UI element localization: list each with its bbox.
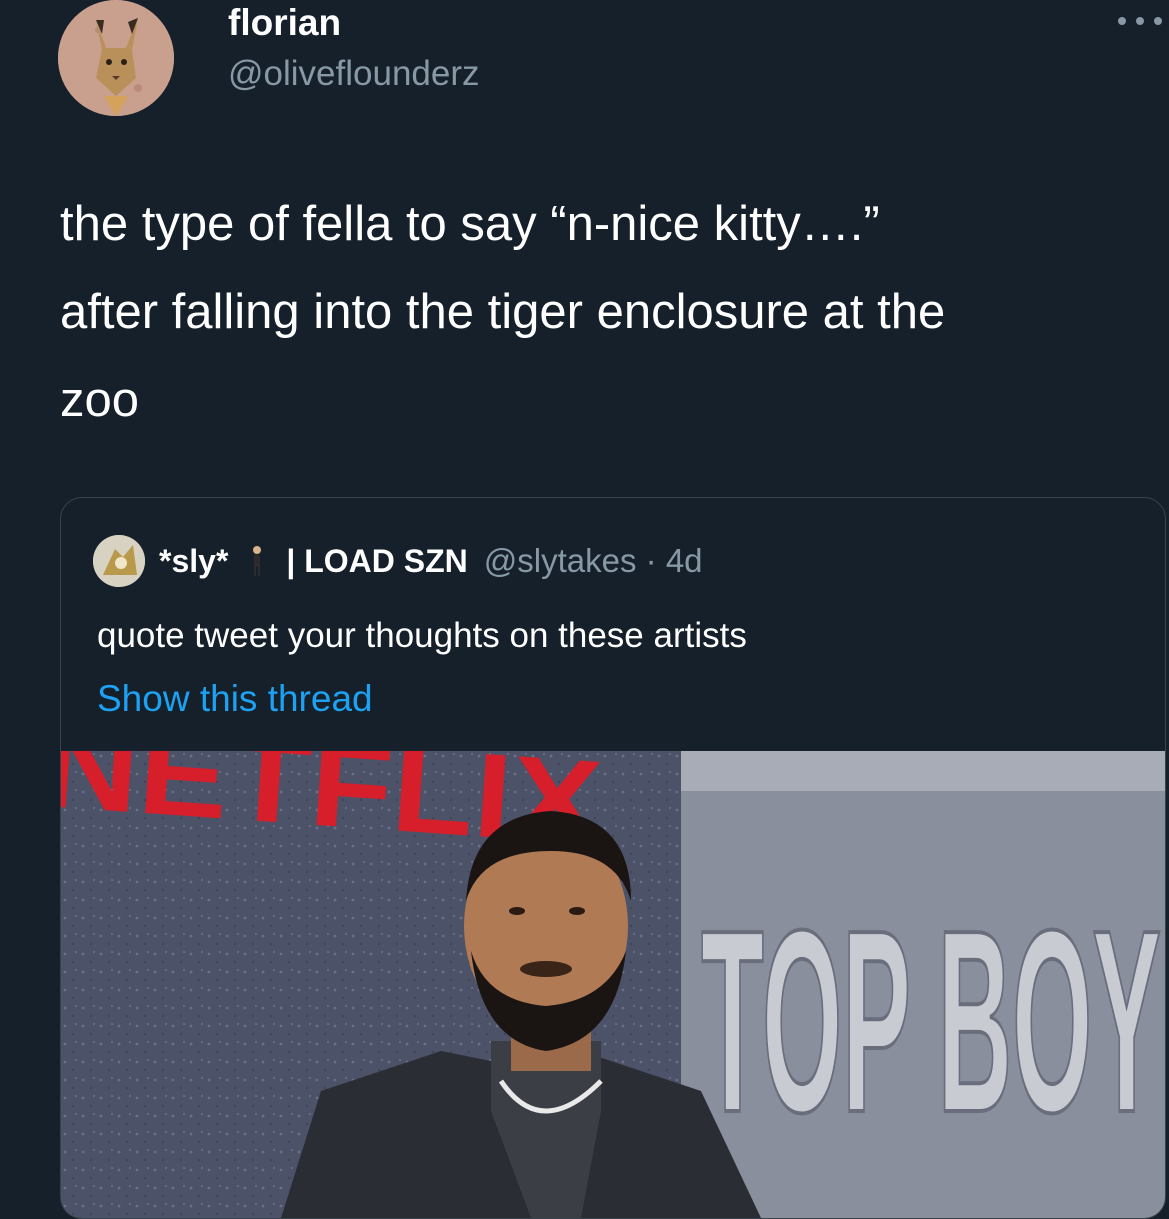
display-name[interactable]: florian xyxy=(228,2,341,44)
quoted-tweet-image[interactable]: TOP BOY NETFLIX xyxy=(61,751,1165,1218)
sign-right: TOP BOY xyxy=(699,875,1163,1169)
tweet-text-line: the type of fella to say “n-nice kitty….… xyxy=(60,197,880,251)
dot xyxy=(1136,17,1144,25)
user-handle[interactable]: @oliveflounderz xyxy=(228,54,480,94)
quoted-tweet-header: *sly* | LOAD SZN @slytakes · 4d xyxy=(93,535,703,587)
sign-right-text: TOP BOY xyxy=(701,877,1161,1167)
person-emoji-icon xyxy=(250,544,264,578)
quoted-avatar[interactable] xyxy=(93,535,145,587)
quoted-display-name[interactable]: *sly* xyxy=(159,543,228,580)
avatar[interactable] xyxy=(58,0,174,116)
tweet-text-line: after falling into the tiger enclosure a… xyxy=(60,285,946,339)
dot xyxy=(1154,17,1162,25)
dot xyxy=(1118,17,1126,25)
show-thread-link[interactable]: Show this thread xyxy=(97,678,373,720)
quoted-tweet-text: quote tweet your thoughts on these artis… xyxy=(97,616,747,655)
tweet-text-line: zoo xyxy=(60,373,140,427)
quoted-handle-time[interactable]: @slytakes · 4d xyxy=(484,542,703,580)
tweet-text: the type of fella to say “n-nice kitty….… xyxy=(60,180,1150,444)
quoted-display-name-suffix[interactable]: | LOAD SZN xyxy=(286,543,467,580)
more-dots-icon[interactable] xyxy=(1118,10,1162,32)
quoted-tweet[interactable]: *sly* | LOAD SZN @slytakes · 4d quote tw… xyxy=(60,497,1166,1219)
